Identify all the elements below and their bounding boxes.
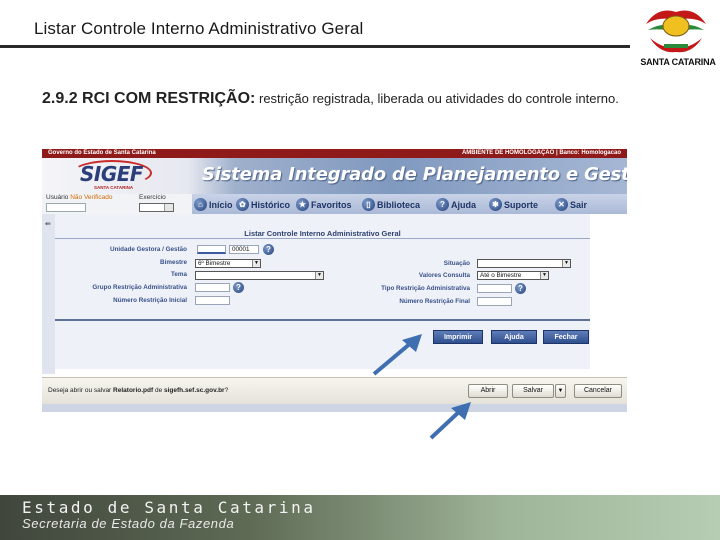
situacao-select[interactable]: ▼: [477, 259, 571, 268]
slide-footer: Estado de Santa Catarina Secretaria de E…: [0, 495, 720, 540]
grupo-restricao-label: Grupo Restrição Administrativa: [92, 284, 187, 291]
numero-restricao-inicial-input[interactable]: [195, 296, 230, 305]
chevron-down-icon: ▼: [252, 260, 260, 267]
sigef-logo: SIGEF: [80, 162, 144, 186]
menu-item-suporte[interactable]: ✱ Suporte: [489, 198, 538, 211]
abrir-button[interactable]: Abrir: [468, 384, 508, 398]
valores-consulta-select[interactable]: Até o Bimestre ▼: [477, 271, 549, 280]
fechar-button[interactable]: Fechar: [543, 330, 589, 344]
slide-title: Listar Controle Interno Administrativo G…: [34, 19, 364, 38]
screenshot-bottom-edge: [42, 404, 627, 412]
history-icon: ✿: [236, 198, 249, 211]
exercicio-select[interactable]: [139, 203, 174, 212]
gestao-input[interactable]: 00001: [229, 245, 259, 254]
sigef-logo-subtitle: SANTA CATARINA: [94, 185, 134, 190]
unidade-gestora-input[interactable]: [197, 245, 226, 254]
tema-select[interactable]: ▼: [195, 271, 324, 280]
menu-item-historico[interactable]: ✿ Histórico: [236, 198, 290, 211]
tipo-restricao-input[interactable]: [477, 284, 512, 293]
download-filename: Relatorio.pdf: [113, 387, 154, 394]
exercicio-label: Exercício: [139, 194, 166, 201]
cancelar-button[interactable]: Cancelar: [574, 384, 622, 398]
help-icon[interactable]: ?: [515, 283, 526, 294]
app-banner: SIGEF SANTA CATARINA Sistema Integrado d…: [42, 158, 627, 194]
salvar-dropdown-icon[interactable]: ▼: [555, 384, 566, 398]
numero-restricao-final-input[interactable]: [477, 297, 512, 306]
chevron-down-icon: ▼: [540, 272, 548, 279]
download-site: sigefh.sef.sc.gov.br: [164, 387, 225, 394]
tipo-restricao-label: Tipo Restrição Administrativa: [381, 285, 470, 292]
ajuda-button[interactable]: Ajuda: [491, 330, 537, 344]
support-icon: ✱: [489, 198, 502, 211]
logo-caption: SANTA CATARINA: [640, 57, 716, 67]
government-bar: Governo do Estado de Santa Catarina AMBI…: [42, 149, 627, 158]
usuario-value: Não Verificado: [70, 194, 113, 201]
numero-restricao-inicial-label: Número Restrição Inicial: [113, 297, 187, 304]
environment-label: AMBIENTE DE HOMOLOGAÇÃO | Banco: Homolog…: [461, 150, 621, 156]
usuario-input[interactable]: [46, 203, 86, 212]
bimestre-label: Bimestre: [160, 259, 187, 266]
download-prompt-text: Deseja abrir ou salvar Relatorio.pdf de …: [48, 387, 229, 394]
login-panel: Usuário Não Verificado Exercício: [42, 194, 192, 214]
chevron-down-icon: ▼: [562, 260, 570, 267]
valores-consulta-label: Valores Consulta: [418, 272, 470, 279]
help-icon[interactable]: ?: [263, 244, 274, 255]
sigef-screenshot: Governo do Estado de Santa Catarina AMBI…: [42, 149, 627, 412]
home-icon: ⌂: [194, 198, 207, 211]
footer-state-name: Estado de Santa Catarina: [22, 498, 316, 517]
footer-secretaria-name: Secretaria de Estado da Fazenda: [22, 516, 235, 531]
tema-label: Tema: [171, 271, 187, 278]
description-paragraph: 2.9.2 RCI COM RESTRIÇÃO: restrição regis…: [42, 89, 630, 109]
numero-restricao-final-label: Número Restrição Final: [399, 298, 470, 305]
help-icon: ?: [436, 198, 449, 211]
chevron-down-icon: ▼: [315, 272, 323, 279]
book-icon: ▯: [362, 198, 375, 211]
form-bottom-divider: [55, 319, 590, 321]
description-heading: 2.9.2 RCI COM RESTRIÇÃO:: [42, 90, 256, 107]
left-collapse-strip: ⇚: [42, 214, 55, 374]
salvar-button[interactable]: Salvar: [512, 384, 554, 398]
download-prompt-bar: Deseja abrir ou salvar Relatorio.pdf de …: [42, 377, 627, 404]
menu-item-inicio[interactable]: ⌂ Início: [194, 198, 233, 211]
arrow-to-imprimir-icon: [372, 334, 422, 376]
system-title: Sistema Integrado de Planejamento e Gest…: [202, 164, 627, 185]
description-text: restrição registrada, liberada ou ativid…: [258, 91, 619, 106]
form-title-divider: [55, 238, 590, 239]
imprimir-button[interactable]: Imprimir: [433, 330, 483, 344]
arrow-to-abrir-icon: [429, 402, 471, 440]
menu-item-biblioteca[interactable]: ▯ Biblioteca: [362, 198, 420, 211]
help-icon[interactable]: ?: [233, 282, 244, 293]
usuario-label: Usuário Não Verificado: [46, 194, 113, 201]
unidade-gestora-label: Unidade Gestora / Gestão: [110, 246, 187, 253]
form-panel: Listar Controle Interno Administrativo G…: [55, 214, 590, 369]
menu-item-sair[interactable]: ✕ Sair: [555, 198, 587, 211]
situacao-label: Situação: [443, 260, 470, 267]
star-icon: ★: [296, 198, 309, 211]
exit-icon: ✕: [555, 198, 568, 211]
title-divider: [0, 45, 630, 48]
form-title: Listar Controle Interno Administrativo G…: [244, 229, 401, 238]
menu-item-favoritos[interactable]: ★ Favoritos: [296, 198, 352, 211]
main-menu: ⌂ Início ✿ Histórico ★ Favoritos ▯ Bibliotec…: [192, 194, 627, 214]
government-label: Governo do Estado de Santa Catarina: [48, 150, 156, 156]
bimestre-select[interactable]: 6º Bimestre ▼: [195, 259, 261, 268]
menu-item-ajuda[interactable]: ? Ajuda: [436, 198, 476, 211]
collapse-handle-icon[interactable]: ⇚: [45, 220, 51, 228]
grupo-restricao-input[interactable]: [195, 283, 230, 292]
